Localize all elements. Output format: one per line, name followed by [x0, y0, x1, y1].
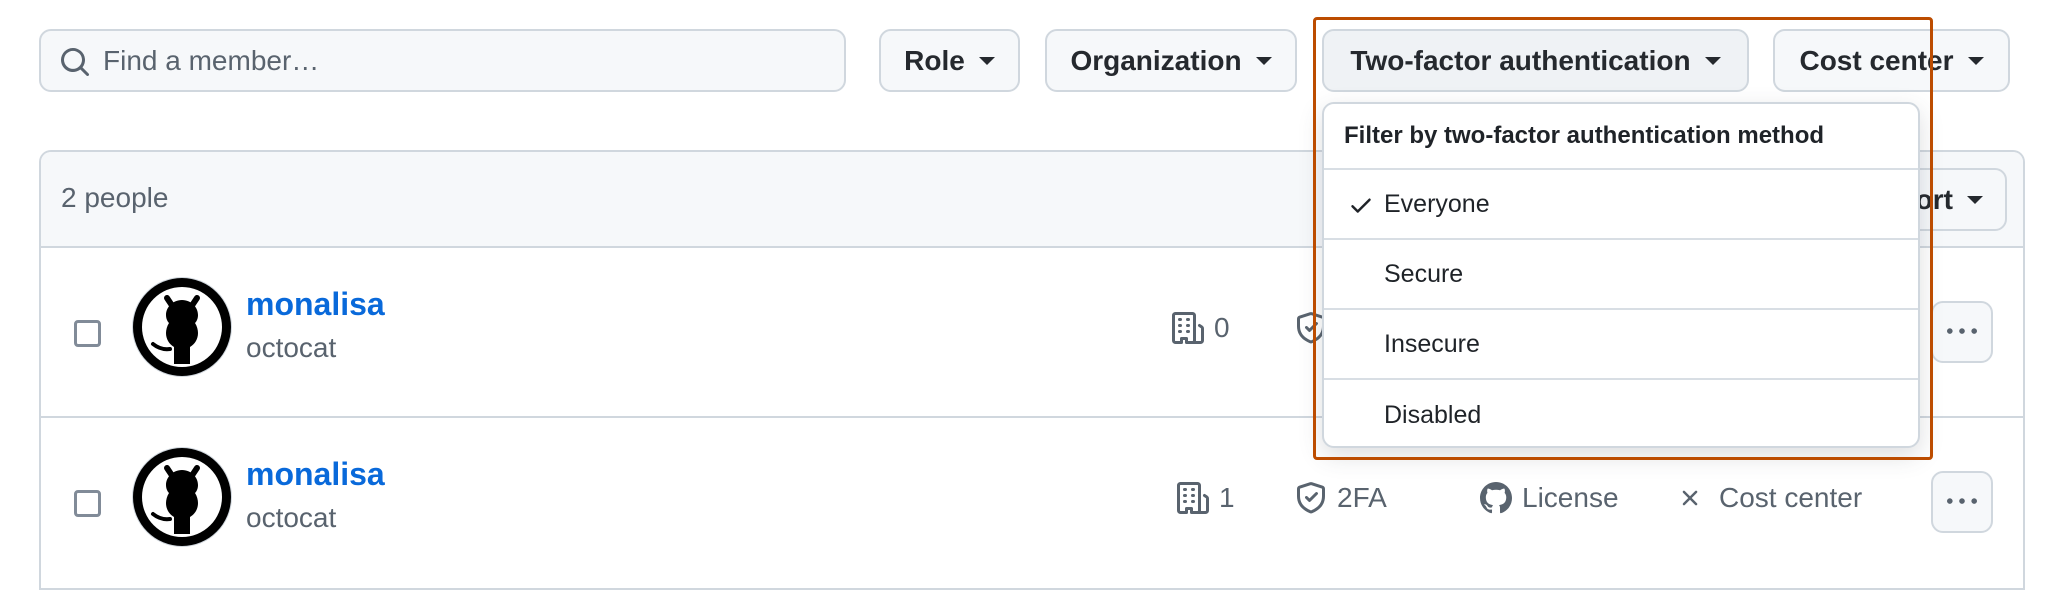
- search-icon: [61, 48, 90, 77]
- row-checkbox[interactable]: [74, 320, 101, 347]
- org-count-value: 1: [1219, 482, 1235, 513]
- menu-item-everyone[interactable]: Everyone: [1324, 170, 1918, 240]
- menu-item-label: Insecure: [1384, 329, 1480, 358]
- row-more-button[interactable]: [1931, 301, 1993, 363]
- row-checkbox[interactable]: [74, 490, 101, 517]
- cost-center-filter-label: Cost center: [1799, 44, 1954, 76]
- member-login: octocat: [246, 502, 337, 533]
- shield-check-icon: [1297, 482, 1325, 514]
- x-icon: [1682, 490, 1698, 506]
- chevron-down-icon: [1967, 195, 1983, 204]
- license-status: License: [1480, 478, 1619, 518]
- menu-item-secure[interactable]: Secure: [1324, 240, 1918, 310]
- role-filter-label: Role: [904, 44, 965, 76]
- two-factor-filter-menu: Filter by two-factor authentication meth…: [1322, 102, 1920, 448]
- avatar: [133, 448, 231, 546]
- menu-item-label: Everyone: [1384, 189, 1490, 218]
- cost-center-status: Cost center: [1677, 478, 1862, 518]
- org-count-value: 0: [1214, 312, 1230, 343]
- row-more-button[interactable]: [1931, 471, 1993, 533]
- member-name-link[interactable]: monalisa: [246, 456, 385, 493]
- menu-item-label: Secure: [1384, 259, 1464, 288]
- org-count: 1: [1177, 478, 1235, 518]
- organization-icon: [1177, 482, 1209, 514]
- two-factor-filter-label: Two-factor authentication: [1350, 44, 1691, 76]
- menu-item-insecure[interactable]: Insecure: [1324, 310, 1918, 380]
- role-filter-button[interactable]: Role: [879, 29, 1020, 92]
- org-count: 0: [1172, 308, 1230, 348]
- kebab-horizontal-icon: [1947, 498, 1977, 504]
- menu-title: Filter by two-factor authentication meth…: [1324, 104, 1918, 170]
- organization-icon: [1172, 312, 1204, 344]
- cost-center-filter-button[interactable]: Cost center: [1773, 29, 2010, 92]
- avatar: [133, 278, 231, 376]
- chevron-down-icon: [1255, 56, 1272, 65]
- license-label: License: [1522, 482, 1619, 513]
- menu-item-label: Disabled: [1384, 400, 1482, 429]
- two-factor-filter-button[interactable]: Two-factor authentication: [1322, 29, 1749, 92]
- member-login: octocat: [246, 332, 337, 363]
- chevron-down-icon: [978, 56, 995, 65]
- menu-item-disabled[interactable]: Disabled: [1324, 380, 1918, 446]
- chevron-down-icon: [1704, 56, 1721, 65]
- kebab-horizontal-icon: [1947, 328, 1977, 334]
- github-mark-icon: [1480, 482, 1512, 514]
- two-factor-status: 2FA: [1295, 478, 1387, 518]
- check-icon: [1351, 198, 1371, 213]
- octocat-icon: [142, 457, 222, 537]
- search-input[interactable]: [103, 31, 834, 90]
- two-factor-label: 2FA: [1337, 482, 1387, 513]
- member-name-link[interactable]: monalisa: [246, 286, 385, 323]
- organization-filter-button[interactable]: Organization: [1045, 29, 1297, 92]
- organization-filter-label: Organization: [1070, 44, 1242, 76]
- people-count: 2 people: [61, 182, 169, 213]
- chevron-down-icon: [1967, 56, 1984, 65]
- octocat-icon: [142, 287, 222, 367]
- cost-center-label: Cost center: [1719, 482, 1863, 513]
- member-search[interactable]: [39, 29, 846, 92]
